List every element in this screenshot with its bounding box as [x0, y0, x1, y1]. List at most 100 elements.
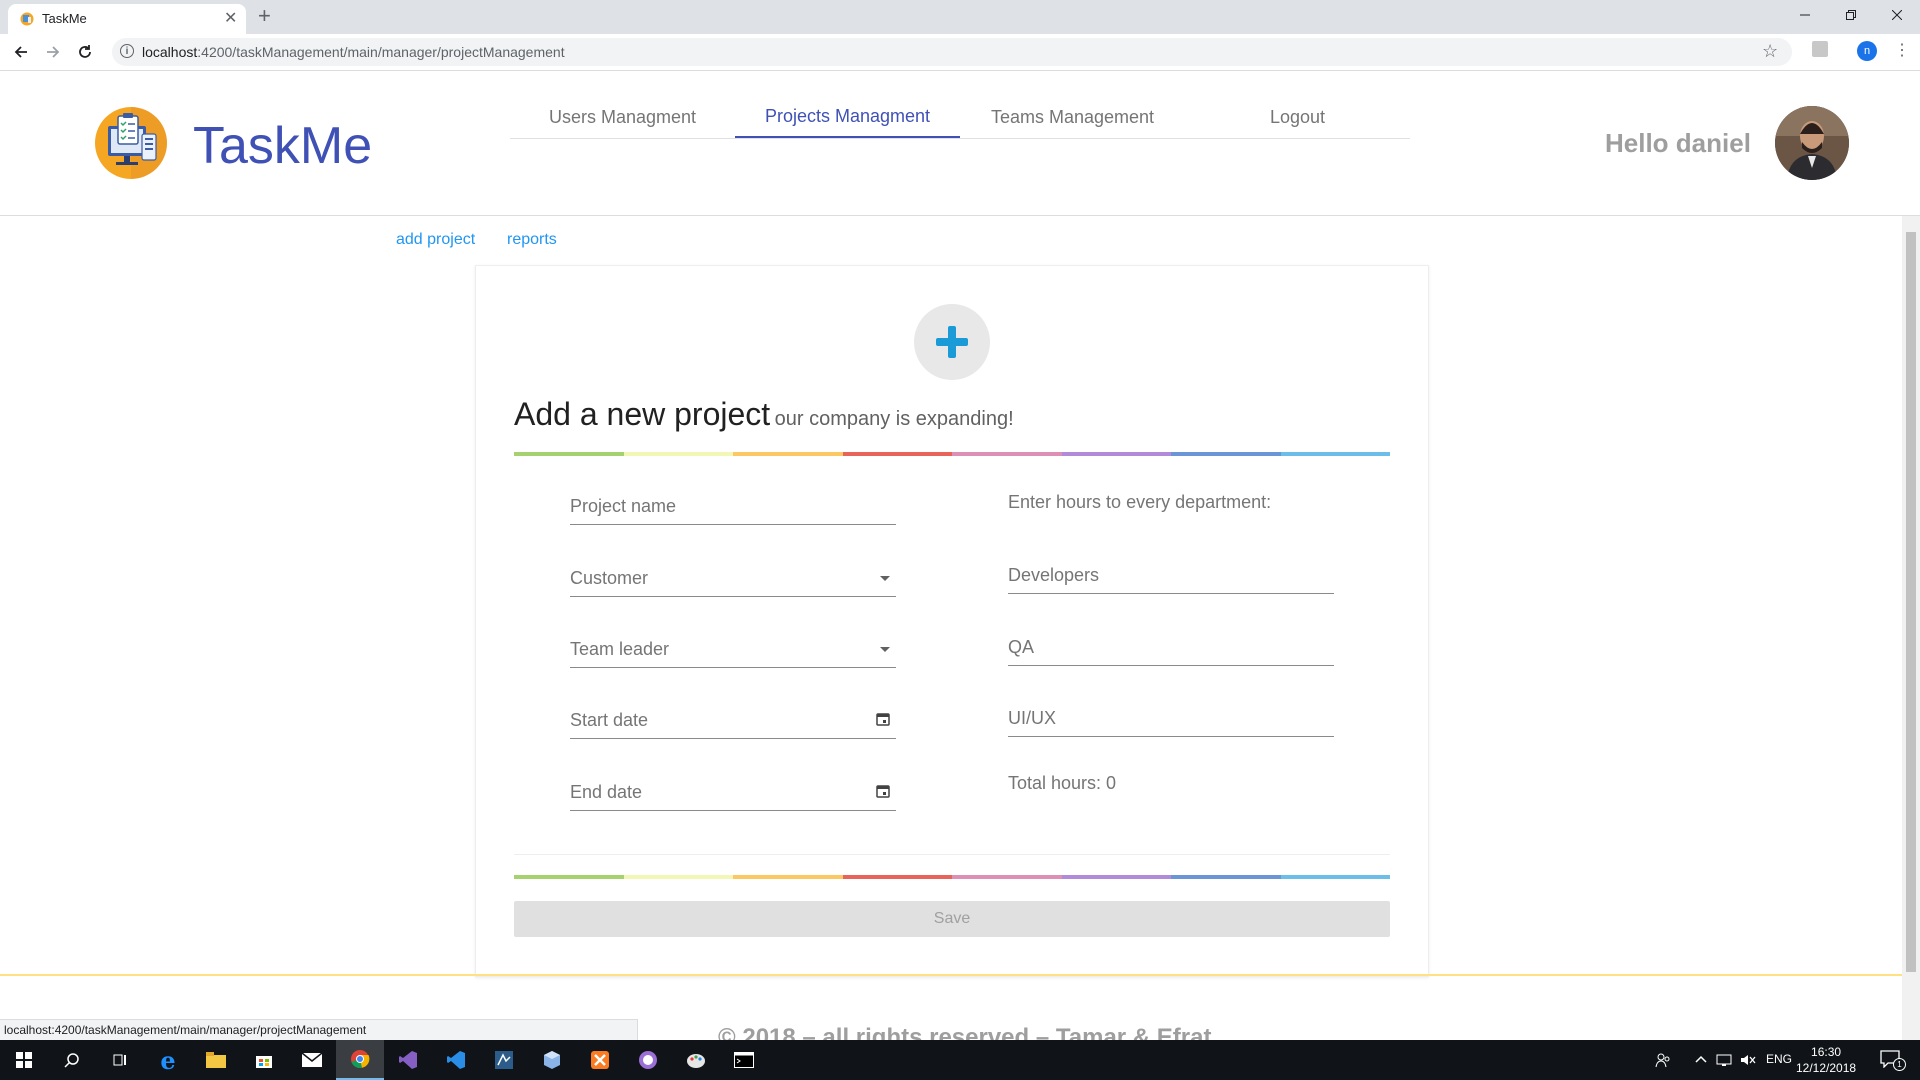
minimize-icon[interactable] — [1782, 0, 1828, 30]
extension-icon[interactable] — [1812, 41, 1828, 57]
chrome-icon[interactable] — [336, 1040, 384, 1080]
visual-studio-icon[interactable] — [384, 1040, 432, 1080]
restore-icon[interactable] — [1828, 0, 1874, 30]
tab-close-icon[interactable]: ✕ — [224, 8, 237, 28]
people-icon[interactable] — [1655, 1052, 1671, 1073]
app-header: TaskMe Users Managment Projects Managmen… — [0, 71, 1920, 216]
rainbow-segment — [952, 875, 1062, 879]
app-circle-icon[interactable] — [624, 1040, 672, 1080]
team-leader-select[interactable]: Team leader — [570, 633, 896, 668]
mail-icon[interactable] — [288, 1040, 336, 1080]
back-icon[interactable] — [8, 39, 34, 65]
rainbow-divider-top — [514, 452, 1390, 456]
virtualbox-icon[interactable] — [528, 1040, 576, 1080]
profile-avatar-icon[interactable]: n — [1857, 41, 1877, 61]
rainbow-segment — [842, 452, 952, 456]
main-nav: Users Managment Projects Managment Teams… — [510, 96, 1410, 139]
form-subtitle: our company is expanding! — [774, 408, 1014, 430]
save-button[interactable]: Save — [514, 901, 1390, 937]
start-date-calendar-icon[interactable] — [876, 712, 890, 726]
browser-menu-icon[interactable]: ⋮ — [1894, 40, 1910, 60]
department-hours-heading: Enter hours to every department: — [1008, 492, 1272, 512]
vscode-icon[interactable] — [432, 1040, 480, 1080]
rainbow-segment — [514, 452, 624, 456]
rainbow-segment — [1061, 875, 1171, 879]
taskbar-clock[interactable]: 16:30 12/12/2018 — [1796, 1044, 1856, 1076]
user-greeting: Hello daniel — [1605, 128, 1751, 158]
notifications-icon[interactable]: 1 — [1880, 1050, 1906, 1072]
uiux-hours-input[interactable]: UI/UX — [1008, 702, 1334, 737]
forward-icon[interactable] — [40, 39, 66, 65]
add-project-card: Add a new project our company is expandi… — [475, 265, 1429, 977]
clock-date: 12/12/2018 — [1796, 1061, 1857, 1075]
total-hours: Total hours: 0 — [1008, 773, 1117, 793]
rainbow-segment — [842, 875, 952, 879]
browser-status-url: localhost:4200/taskManagement/main/manag… — [0, 1019, 638, 1040]
project-name-input[interactable]: Project name — [570, 490, 896, 525]
edge-browser-icon[interactable]: e — [144, 1040, 192, 1080]
reports-link[interactable]: reports — [507, 231, 557, 249]
rainbow-segment — [733, 875, 843, 879]
rainbow-segment — [1280, 875, 1390, 879]
end-date-calendar-icon[interactable] — [876, 784, 890, 798]
nav-teams-management[interactable]: Teams Management — [960, 96, 1185, 138]
bookmark-star-icon[interactable]: ☆ — [1762, 41, 1778, 62]
customer-select[interactable]: Customer — [570, 562, 896, 597]
add-project-link[interactable]: add project — [396, 231, 475, 249]
browser-tab[interactable]: TaskMe ✕ — [8, 4, 246, 34]
rainbow-segment — [952, 452, 1062, 456]
qa-hours-input[interactable]: QA — [1008, 631, 1334, 666]
new-tab-icon[interactable]: + — [258, 3, 271, 29]
notification-count: 1 — [1893, 1058, 1906, 1071]
user-avatar[interactable] — [1775, 106, 1849, 180]
paint-icon[interactable] — [672, 1040, 720, 1080]
end-date-placeholder: End date — [570, 782, 643, 802]
xampp-icon[interactable] — [576, 1040, 624, 1080]
network-icon[interactable] — [1716, 1052, 1734, 1073]
browser-tab-strip: TaskMe ✕ + — [0, 0, 1920, 34]
team-leader-dropdown-arrow-icon[interactable] — [880, 647, 890, 652]
language-indicator[interactable]: ENG — [1766, 1052, 1792, 1066]
customer-placeholder: Customer — [570, 568, 649, 588]
nav-users-management[interactable]: Users Managment — [510, 96, 735, 138]
form-title: Add a new project our company is expandi… — [514, 396, 1014, 433]
close-window-icon[interactable] — [1874, 0, 1920, 30]
end-date-input[interactable]: End date — [570, 776, 896, 811]
address-bar[interactable]: i localhost:4200/taskManagement/main/man… — [112, 38, 1792, 66]
nav-logout[interactable]: Logout — [1185, 96, 1410, 138]
terminal-icon[interactable] — [720, 1040, 768, 1080]
uiux-placeholder: UI/UX — [1008, 708, 1057, 728]
brand-name[interactable]: TaskMe — [193, 116, 372, 176]
scrollbar-thumb[interactable] — [1906, 232, 1916, 972]
reload-icon[interactable] — [72, 39, 98, 65]
site-info-icon[interactable]: i — [120, 44, 134, 58]
store-icon[interactable] — [240, 1040, 288, 1080]
taskme-favicon-icon — [20, 12, 34, 26]
rainbow-segment — [1280, 452, 1390, 456]
rainbow-segment — [733, 452, 843, 456]
developers-hours-input[interactable]: Developers — [1008, 559, 1334, 594]
windows-start-icon[interactable] — [0, 1040, 48, 1080]
file-explorer-icon[interactable] — [192, 1040, 240, 1080]
rainbow-segment — [1061, 452, 1171, 456]
url-path: :4200/taskManagement/main/manager/projec… — [197, 44, 565, 60]
tab-title: TaskMe — [42, 11, 87, 26]
url-host: localhost — [142, 44, 198, 60]
form-divider — [514, 854, 1390, 855]
clock-time: 16:30 — [1811, 1045, 1842, 1059]
add-project-plus-icon — [914, 304, 990, 380]
volume-muted-icon[interactable] — [1740, 1052, 1756, 1073]
windows-taskbar: e ENG 16:30 12/12/2018 1 — [0, 1040, 1920, 1080]
tray-expand-icon[interactable] — [1694, 1052, 1708, 1071]
customer-dropdown-arrow-icon[interactable] — [880, 576, 890, 581]
search-icon[interactable] — [48, 1040, 96, 1080]
ssms-icon[interactable] — [480, 1040, 528, 1080]
start-date-input[interactable]: Start date — [570, 704, 896, 739]
taskme-logo-icon — [95, 107, 167, 179]
nav-projects-management[interactable]: Projects Managment — [735, 96, 960, 138]
footer-border — [0, 974, 1902, 976]
browser-toolbar: i localhost:4200/taskManagement/main/man… — [0, 34, 1920, 71]
rainbow-segment — [1171, 452, 1281, 456]
task-view-icon[interactable] — [96, 1040, 144, 1080]
qa-placeholder: QA — [1008, 637, 1035, 657]
